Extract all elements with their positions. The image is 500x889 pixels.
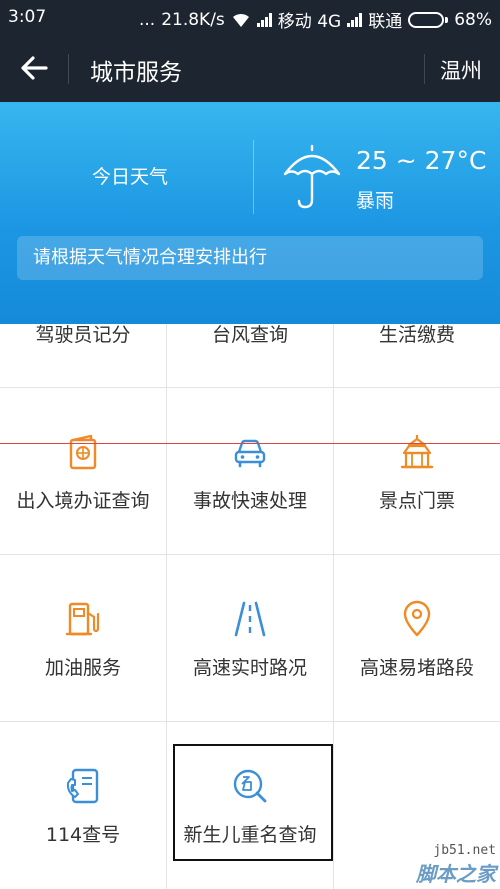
service-label: 事故快速处理 [192, 490, 307, 512]
carrier-unicom: 联通 [368, 12, 403, 32]
service-label: 114查号 [45, 824, 121, 846]
service-driver-points[interactable]: 驾驶员记分 [0, 324, 167, 388]
weather-condition: 暴雨 [356, 190, 395, 212]
location-pin-icon [403, 600, 431, 637]
service-typhoon[interactable]: 台风查询 [167, 324, 334, 388]
annotation-line [0, 443, 500, 444]
notification-dots: ... [138, 9, 156, 30]
weather-label: 今日天气 [92, 166, 169, 188]
service-label: 高速实时路况 [192, 657, 307, 679]
service-114[interactable]: 114查号 [0, 722, 167, 889]
passport-icon [69, 434, 97, 470]
battery-percent: 68% [454, 9, 492, 30]
signal-icon [347, 12, 363, 27]
service-label: 景点门票 [378, 490, 455, 512]
fuel-pump-icon [65, 602, 100, 636]
service-tickets[interactable]: 景点门票 [334, 388, 500, 555]
service-accident[interactable]: 事故快速处理 [167, 388, 334, 555]
service-label: 高速易堵路段 [359, 657, 474, 679]
network-speed: 21.8K/s [161, 9, 225, 30]
highlight-box [173, 744, 333, 861]
phone-book-icon [66, 768, 99, 804]
service-exit-entry[interactable]: 出入境办证查询 [0, 388, 167, 555]
service-congestion[interactable]: 高速易堵路段 [334, 555, 500, 722]
watermark-name: 脚本之家 [416, 862, 496, 886]
watermark-site: jb51.net [433, 843, 496, 858]
umbrella-icon [283, 144, 341, 209]
service-label: 出入境办证查询 [16, 490, 150, 512]
clock: 3:07 [8, 7, 47, 27]
signal-icon [256, 12, 272, 27]
service-label: 台风查询 [211, 324, 288, 346]
watermark: jb51.net 脚本之家 [416, 843, 496, 887]
arrow-left-icon[interactable] [16, 50, 52, 86]
carrier-mobile: 移动 4G [277, 12, 342, 32]
divider [253, 140, 254, 214]
service-fuel[interactable]: 加油服务 [0, 555, 167, 722]
service-label: 驾驶员记分 [35, 324, 131, 346]
temperature: 25 ~ 27°C [356, 146, 487, 175]
city-selector[interactable]: 温州 [440, 55, 482, 85]
divider [68, 54, 69, 84]
title-bar: 城市服务 温州 [0, 34, 500, 102]
weather-tip: 请根据天气情况合理安排出行 [17, 236, 483, 280]
weather-panel[interactable]: 今日天气 25 ~ 27°C 暴雨 请根据天气情况合理安排出行 [0, 102, 500, 324]
car-icon [234, 439, 266, 468]
battery-icon [408, 11, 449, 28]
service-utilities[interactable]: 生活缴费 [334, 324, 500, 388]
temple-icon [400, 435, 434, 469]
road-icon [234, 601, 266, 637]
service-label: 加油服务 [44, 657, 121, 679]
status-bar: 3:07 ... 21.8K/s 移动 4G 联通 68% [0, 0, 500, 34]
service-label: 生活缴费 [378, 324, 455, 346]
page-title: 城市服务 [90, 60, 182, 86]
wifi-icon [232, 13, 249, 27]
service-highway-live[interactable]: 高速实时路况 [167, 555, 334, 722]
divider [424, 54, 425, 84]
